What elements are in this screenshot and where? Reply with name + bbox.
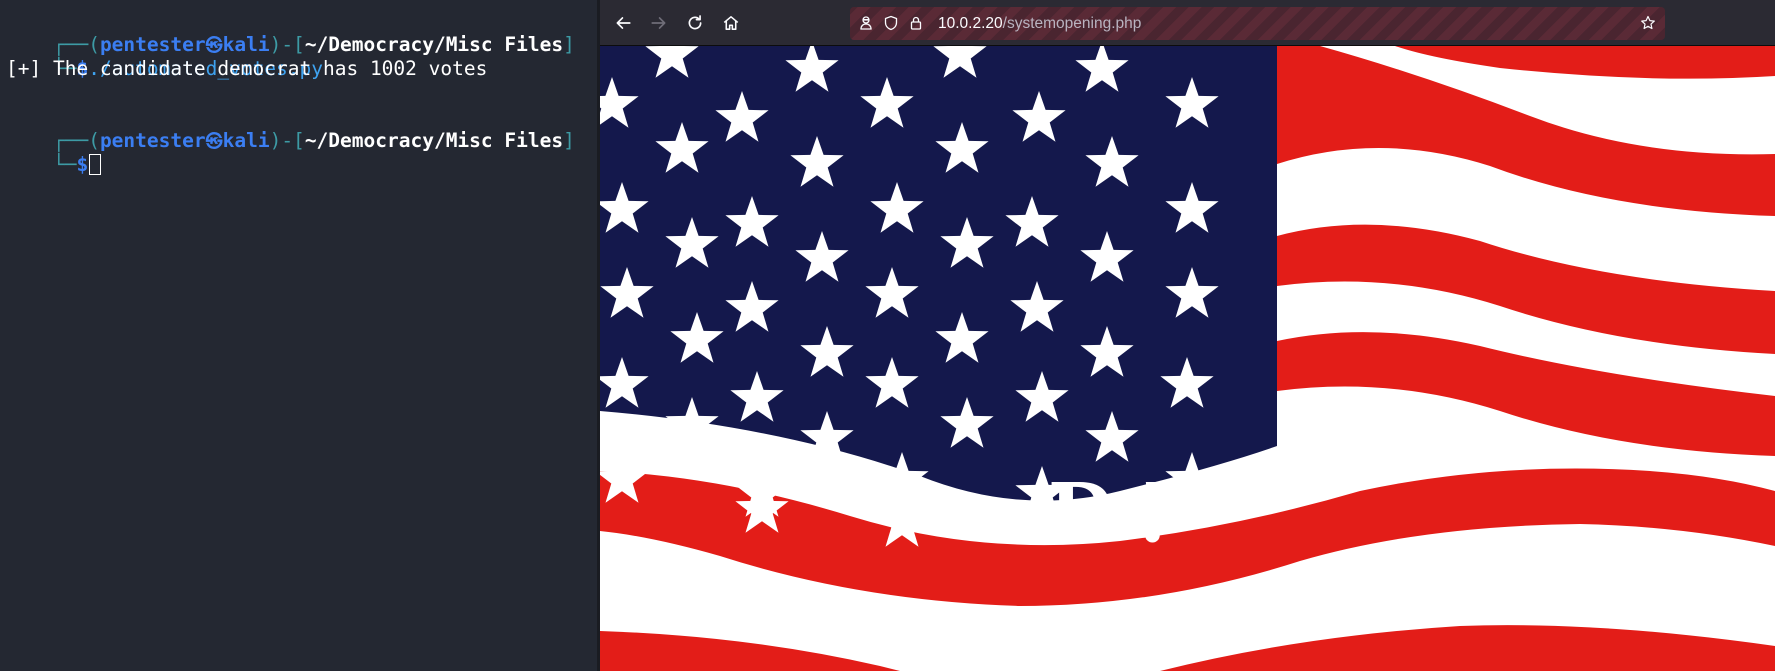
prompt-close: ] [563,129,575,152]
spy-icon[interactable] [857,14,875,32]
home-button[interactable] [717,9,745,37]
forward-button[interactable] [645,9,673,37]
lock-icon[interactable] [907,14,925,32]
prompt-user: pentester [99,129,206,152]
browser-window: 10.0.2.20/systemopening.php D ! [600,0,1775,671]
url-host: 10.0.2.20 [938,15,1003,32]
prompt-dollar: $ [76,153,89,176]
prompt-frame: ┌──( [52,129,100,152]
prompt-separator: )-[ [269,129,305,152]
us-flag-image: D ! [600,46,1775,671]
reload-icon [688,15,702,30]
prompt-user: pentester [99,33,206,56]
back-button[interactable] [609,9,637,37]
text-cursor [89,154,102,175]
prompt-line: ┌──(pentester㉿kali)-[~/Democracy/Misc Fi… [6,105,597,152]
back-arrow-icon [616,17,631,29]
prompt-frame-bottom: └─ [52,153,77,176]
prompt-line: ┌──(pentester㉿kali)-[~/Democracy/Misc Fi… [6,9,597,56]
home-icon [723,16,739,30]
prompt-close: ] [563,33,575,56]
prompt-host: kali [222,129,270,152]
prompt-path: ~/Democracy/Misc Files [304,129,564,152]
url-bar[interactable]: 10.0.2.20/systemopening.php [850,7,1665,40]
reload-button[interactable] [681,9,709,37]
terminal-window[interactable]: ┌──(pentester㉿kali)-[~/Democracy/Misc Fi… [0,0,597,671]
skull-icon: ㉿ [205,36,223,56]
url-text[interactable]: 10.0.2.20/systemopening.php [938,7,1141,40]
prompt-path: ~/Democracy/Misc Files [304,33,564,56]
browser-toolbar: 10.0.2.20/systemopening.php [600,0,1775,46]
url-path: /systemopening.php [1002,15,1142,32]
prompt-separator: )-[ [269,33,305,56]
shield-icon[interactable] [882,14,900,32]
page-viewport[interactable]: D ! [600,46,1775,671]
output-line: [+] The candidate democrat has 1002 vote… [6,57,488,80]
skull-icon: ㉿ [205,132,223,152]
forward-arrow-icon [651,17,666,29]
star-icon[interactable] [1639,14,1657,32]
hidden-page-heading: D ! [1050,462,1167,561]
prompt-host: kali [222,33,270,56]
prompt-frame: ┌──( [52,33,100,56]
